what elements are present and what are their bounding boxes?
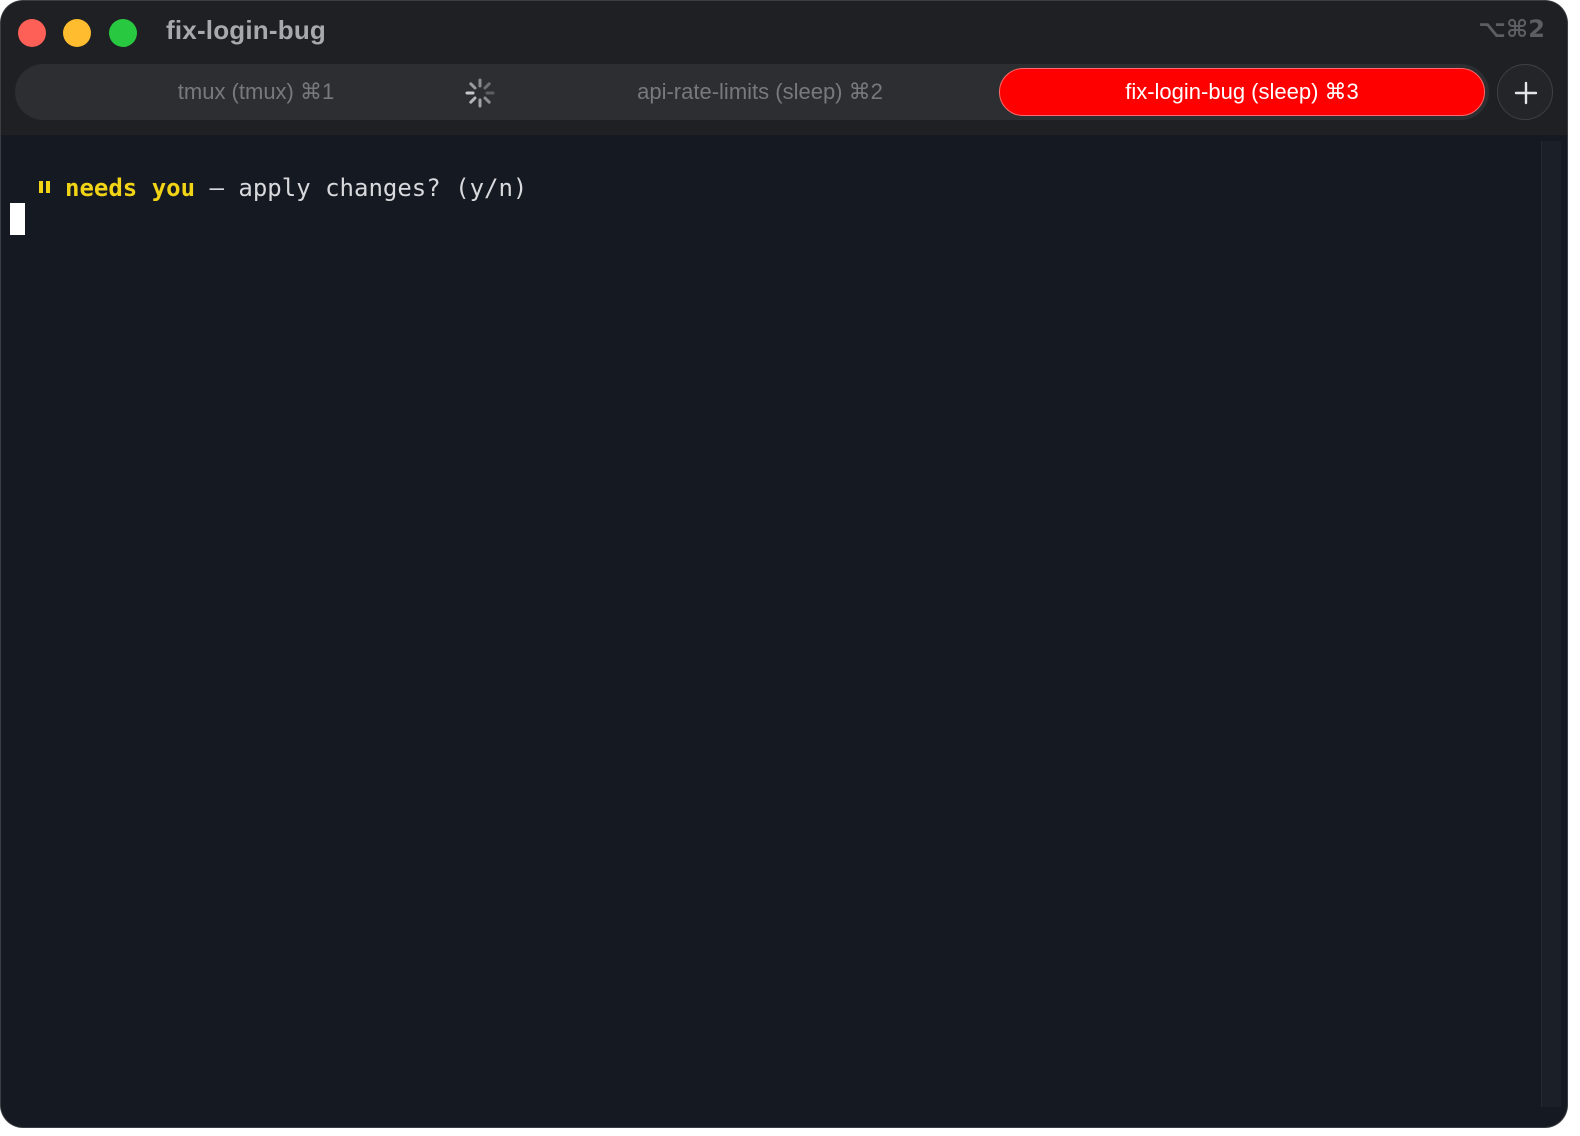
tab-label: tmux (tmux) ⌘1: [177, 79, 335, 104]
tab-label: api-rate-limits (sleep) ⌘2: [637, 79, 883, 104]
tab-fix-login-bug[interactable]: fix-login-bug (sleep) ⌘3: [999, 68, 1485, 116]
window-title: fix-login-bug: [166, 15, 326, 45]
scrollbar[interactable]: [1541, 141, 1561, 1107]
close-window-button[interactable]: [18, 19, 46, 47]
minimize-window-button[interactable]: [63, 19, 91, 47]
zoom-window-button[interactable]: [109, 19, 137, 47]
terminal-area[interactable]: needs you — apply changes? (y/n): [1, 135, 1541, 1127]
title-bar: fix-login-bug ⌥⌘2 tmux (tmux) ⌘1 api-rat…: [1, 1, 1567, 135]
new-tab-button[interactable]: [1497, 64, 1553, 120]
spinner-icon: [465, 78, 495, 108]
prompt-text: — apply changes? (y/n): [195, 174, 528, 202]
terminal-window: fix-login-bug ⌥⌘2 tmux (tmux) ⌘1 api-rat…: [1, 1, 1567, 1127]
tab-tmux[interactable]: tmux (tmux) ⌘1: [15, 64, 497, 120]
text-cursor: [10, 203, 25, 235]
tab-label: fix-login-bug (sleep) ⌘3: [1125, 79, 1359, 104]
window-shortcut-hint: ⌥⌘2: [1478, 15, 1545, 43]
plus-icon: [1514, 81, 1538, 105]
tab-api-rate-limits[interactable]: api-rate-limits (sleep) ⌘2: [515, 64, 1005, 120]
tab-bar: tmux (tmux) ⌘1 api-rate-limits (sleep) ⌘…: [15, 64, 1489, 120]
pause-icon: [37, 179, 53, 195]
terminal-output-line: needs you — apply changes? (y/n): [37, 174, 527, 202]
status-word: needs you: [65, 174, 196, 202]
